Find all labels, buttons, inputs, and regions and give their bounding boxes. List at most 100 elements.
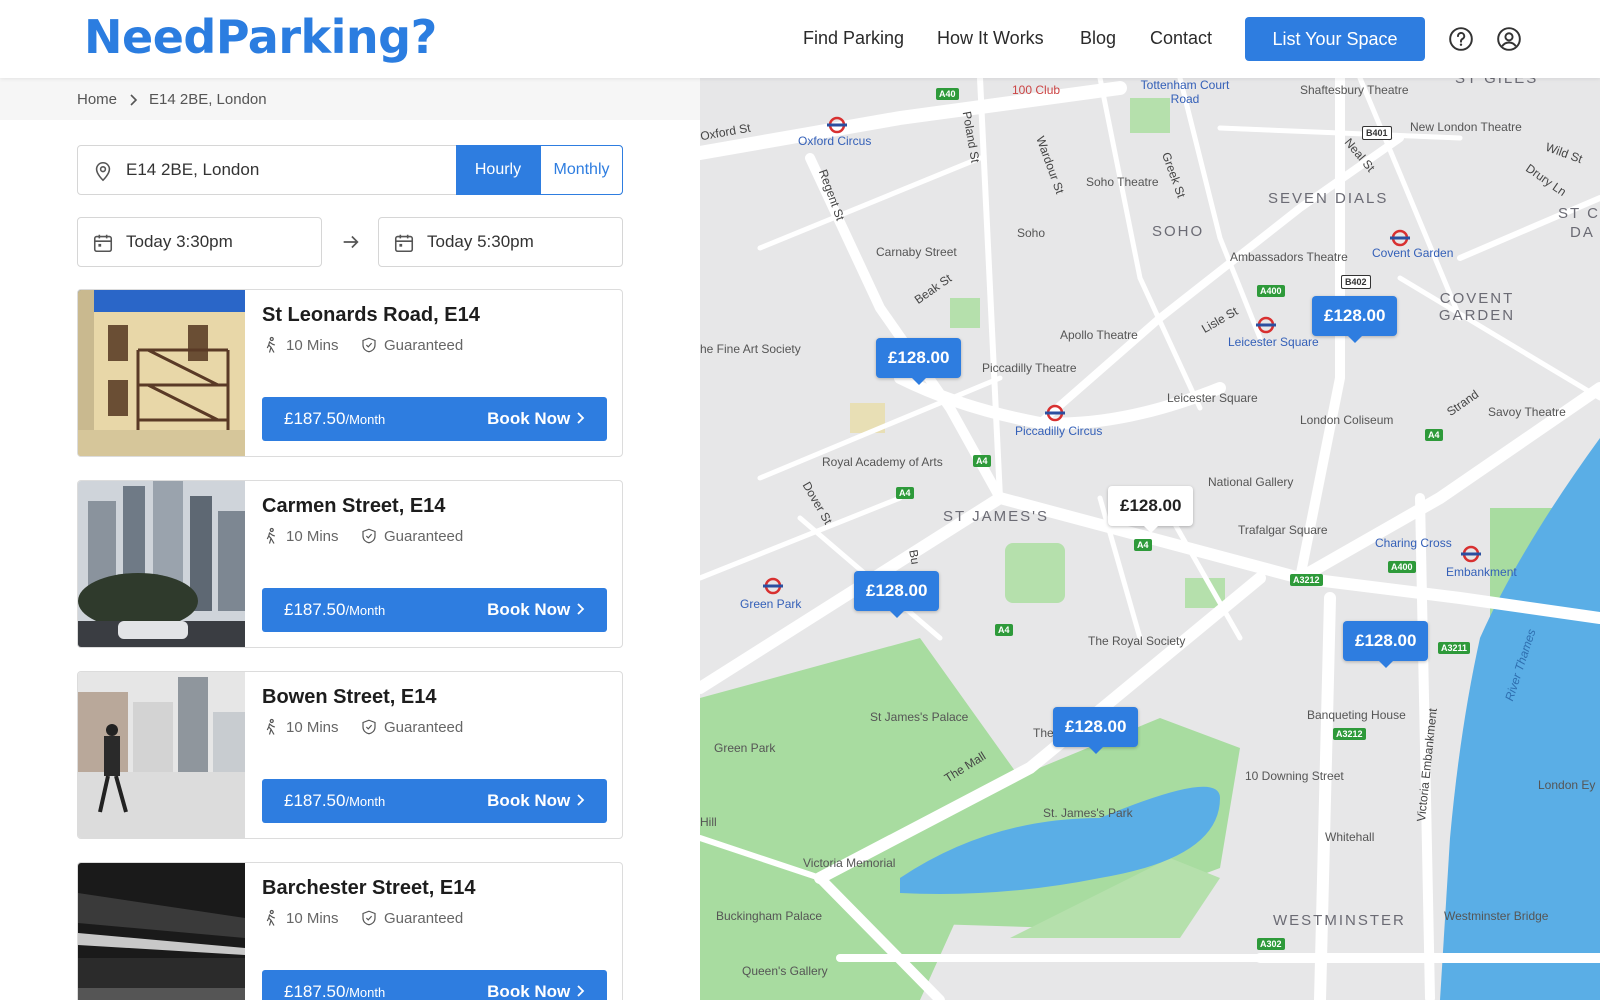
start-date-field[interactable]: Today 3:30pm <box>77 217 322 267</box>
map-label: Whitehall <box>1325 830 1375 844</box>
price-pin[interactable]: £128.00 <box>1053 707 1139 754</box>
map-label: ST GILES <box>1455 78 1539 87</box>
map-label: Queen's Gallery <box>742 964 828 978</box>
listing-title[interactable]: Barchester Street, E14 <box>262 877 475 900</box>
price-amount: £187.50 <box>284 409 346 428</box>
site-logo[interactable]: NeedParking? <box>84 10 437 64</box>
book-now-button[interactable]: £187.50/Month Book Now <box>262 779 607 823</box>
location-input-value[interactable]: E14 2BE, London <box>126 160 259 180</box>
map-label: Buckingham Palace <box>716 909 823 923</box>
map-view[interactable]: Oxford St Oxford Circus Regent St Poland… <box>700 78 1600 1000</box>
arrow-right-icon <box>343 235 359 249</box>
listing-photo <box>78 481 245 647</box>
end-date-value: Today 5:30pm <box>427 232 534 251</box>
calendar-icon <box>394 234 414 253</box>
map-label: Hill <box>700 815 717 829</box>
book-now-label: Book Now <box>487 600 585 620</box>
walking-icon <box>266 527 275 544</box>
walk-time-text: 10 Mins <box>286 909 339 927</box>
map-label: 10 Downing Street <box>1245 769 1344 783</box>
walk-time-text: 10 Mins <box>286 527 339 545</box>
nav-blog[interactable]: Blog <box>1080 28 1116 49</box>
price-amount: £187.50 <box>284 982 346 1000</box>
breadcrumb: Home E14 2BE, London <box>0 78 700 120</box>
road-number: A3212 <box>1333 728 1366 740</box>
listing-photo <box>78 863 245 1000</box>
map-label: Apollo Theatre <box>1060 328 1138 342</box>
chevron-right-icon <box>577 985 585 997</box>
price-pin[interactable]: £128.00 <box>876 338 962 385</box>
price-unit: /Month <box>345 985 386 1000</box>
guaranteed-text: Guaranteed <box>384 909 464 927</box>
map-label: 100 Club <box>1012 83 1061 97</box>
map-label: St. James's Park <box>1043 806 1133 820</box>
listing-card[interactable]: Barchester Street, E14 10 Mins Guarantee… <box>77 862 623 1000</box>
start-date-value: Today 3:30pm <box>126 232 233 251</box>
road-number: A302 <box>1257 938 1285 950</box>
road-number: B402 <box>1341 275 1371 289</box>
book-now-text: Book Now <box>487 791 571 810</box>
listing-card[interactable]: St Leonards Road, E14 10 Mins Guaranteed… <box>77 289 623 457</box>
book-now-button[interactable]: £187.50/Month Book Now <box>262 970 607 1000</box>
price-pin[interactable]: £128.00 <box>1343 621 1429 668</box>
nav-how-it-works[interactable]: How It Works <box>937 28 1044 49</box>
listing-photo <box>78 290 245 456</box>
help-icon[interactable] <box>1448 26 1474 52</box>
chevron-right-icon <box>577 603 585 615</box>
map-label: Carnaby Street <box>876 245 957 259</box>
map-label: SOHO <box>1152 223 1205 240</box>
monthly-toggle[interactable]: Monthly <box>540 145 623 195</box>
guaranteed-text: Guaranteed <box>384 718 464 736</box>
price-pin[interactable]: £128.00 <box>854 571 940 618</box>
guaranteed-text: Guaranteed <box>384 336 464 354</box>
road-number: A3212 <box>1290 574 1323 586</box>
listing-card[interactable]: Carmen Street, E14 10 Mins Guaranteed £1… <box>77 480 623 648</box>
listing-title[interactable]: St Leonards Road, E14 <box>262 304 480 327</box>
listing-photo <box>78 672 245 838</box>
map-label: National Gallery <box>1208 475 1294 489</box>
walking-icon <box>266 909 275 926</box>
book-now-text: Book Now <box>487 600 571 619</box>
shield-check-icon <box>362 910 376 926</box>
map-label: Soho <box>1017 226 1046 240</box>
guaranteed-badge: Guaranteed <box>360 718 463 736</box>
map-label: New London Theatre <box>1410 120 1522 134</box>
chevron-right-icon <box>130 94 138 106</box>
results-panel: Home E14 2BE, London E14 2BE, London Hou… <box>0 78 700 1000</box>
map-label: Westminster Bridge <box>1444 909 1549 923</box>
road-number: A4 <box>896 487 914 499</box>
list-your-space-button[interactable]: List Your Space <box>1245 17 1425 61</box>
map-label: London Ey <box>1538 778 1596 792</box>
map-label: The Royal Society <box>1088 634 1186 648</box>
map-label: Tottenham Court Road <box>1140 78 1230 106</box>
chevron-right-icon <box>577 794 585 806</box>
end-date-field[interactable]: Today 5:30pm <box>378 217 623 267</box>
map-label: Soho Theatre <box>1086 175 1159 189</box>
price: £187.50/Month <box>284 791 385 811</box>
account-icon[interactable] <box>1496 26 1522 52</box>
map-label: SEVEN DIALS <box>1268 190 1389 207</box>
road-number: A4 <box>1134 539 1152 551</box>
nav-contact[interactable]: Contact <box>1150 28 1212 49</box>
walking-icon <box>266 336 275 353</box>
map-label: Shaftesbury Theatre <box>1300 83 1409 97</box>
map-label: ST JAMES'S <box>943 508 1049 525</box>
price-pin[interactable]: £128.00 <box>1312 296 1398 343</box>
price: £187.50/Month <box>284 409 385 429</box>
nav-find-parking[interactable]: Find Parking <box>803 28 904 49</box>
map-label: Ambassadors Theatre <box>1230 250 1348 264</box>
map-label: Savoy Theatre <box>1488 405 1566 419</box>
breadcrumb-home[interactable]: Home <box>77 91 117 108</box>
map-label: COVENT GARDEN <box>1438 290 1516 324</box>
book-now-text: Book Now <box>487 982 571 1000</box>
listing-card[interactable]: Bowen Street, E14 10 Mins Guaranteed £18… <box>77 671 623 839</box>
map-label: Leicester Square <box>1167 391 1258 405</box>
listing-title[interactable]: Carmen Street, E14 <box>262 495 445 518</box>
book-now-button[interactable]: £187.50/Month Book Now <box>262 588 607 632</box>
listing-title[interactable]: Bowen Street, E14 <box>262 686 437 709</box>
price: £187.50/Month <box>284 982 385 1000</box>
hourly-toggle[interactable]: Hourly <box>456 145 540 195</box>
location-search[interactable]: E14 2BE, London Hourly Monthly <box>77 145 623 195</box>
book-now-button[interactable]: £187.50/Month Book Now <box>262 397 607 441</box>
price-pin[interactable]: £128.00 <box>1108 486 1194 533</box>
